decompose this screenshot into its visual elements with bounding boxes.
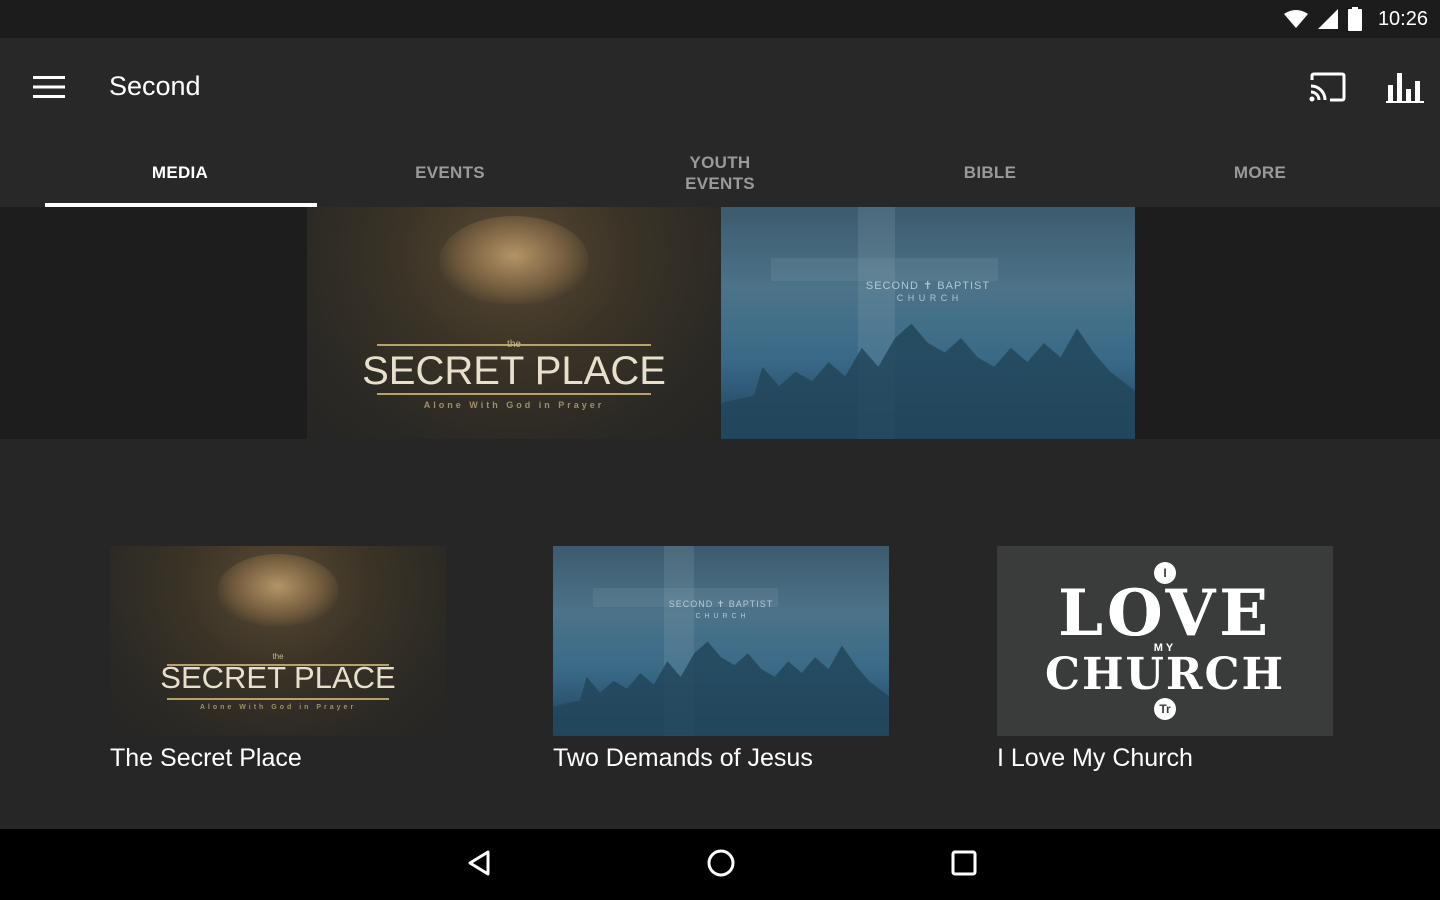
media-thumbnail: the SECRET PLACE Alone With God in Praye…	[110, 546, 446, 736]
signal-icon	[1317, 9, 1338, 29]
system-nav-bar	[0, 829, 1440, 900]
tab-youth-events[interactable]: YOUTH EVENTS	[585, 138, 855, 207]
artwork-headline: SECRET PLACE	[362, 348, 666, 393]
hamburger-menu-icon	[33, 75, 65, 104]
artwork-tagline: Alone With God in Prayer	[199, 703, 357, 711]
church-logo-text: SECOND ✝ BAPTIST	[668, 599, 774, 610]
media-title: Two Demands of Jesus	[553, 744, 813, 772]
artwork-rule	[377, 392, 651, 395]
hamburger-menu-button[interactable]	[28, 68, 70, 110]
tab-bar: MEDIA EVENTS YOUTH EVENTS BIBLE MORE	[0, 138, 1440, 207]
crowd-silhouette	[553, 641, 889, 736]
wifi-icon	[1283, 9, 1308, 29]
cast-icon	[1308, 72, 1346, 107]
media-thumbnail: SECOND ✝ BAPTIST C H U R C H	[553, 546, 889, 736]
app-title: Second	[109, 71, 201, 101]
back-button[interactable]	[454, 841, 504, 889]
banner-item-secret-place[interactable]: the SECRET PLACE Alone With God in Praye…	[307, 207, 721, 439]
app-bar: Second	[0, 38, 1440, 138]
praying-hands-image	[439, 216, 589, 305]
church-logo-text: SECOND ✝ BAPTIST	[865, 279, 991, 292]
back-icon	[466, 849, 492, 882]
tab-more[interactable]: MORE	[1125, 138, 1395, 207]
featured-banner: the SECRET PLACE Alone With God in Praye…	[0, 207, 1440, 439]
recents-icon	[950, 849, 978, 882]
media-thumbnail: I LOVE MY CHURCH Tr	[997, 546, 1333, 736]
tab-bible[interactable]: BIBLE	[855, 138, 1125, 207]
stats-button[interactable]	[1380, 66, 1430, 112]
status-time: 10:26	[1377, 7, 1428, 30]
cross-shape	[770, 258, 999, 282]
cast-button[interactable]	[1302, 66, 1352, 112]
status-bar: 10:26	[0, 0, 1440, 38]
two-demands-artwork: SECOND ✝ BAPTIST C H U R C H	[721, 207, 1135, 439]
media-card-two-demands[interactable]: SECOND ✝ BAPTIST C H U R C H Two Demands…	[553, 546, 889, 773]
tab-events[interactable]: EVENTS	[315, 138, 585, 207]
artwork-word-church: CHURCH	[1044, 649, 1286, 700]
battery-icon	[1347, 7, 1362, 31]
secret-place-artwork: the SECRET PLACE Alone With God in Praye…	[110, 546, 446, 736]
crowd-silhouette	[721, 323, 1135, 439]
recents-button[interactable]	[939, 841, 989, 889]
artwork-tagline: Alone With God in Prayer	[423, 399, 605, 410]
secret-place-artwork: the SECRET PLACE Alone With God in Praye…	[307, 207, 721, 439]
home-icon	[706, 848, 736, 883]
tab-media[interactable]: MEDIA	[45, 138, 315, 207]
media-title: The Secret Place	[110, 744, 302, 772]
love-my-church-artwork: I LOVE MY CHURCH Tr	[997, 546, 1333, 736]
artwork-word-love: LOVE	[1057, 576, 1273, 651]
artwork-rule	[167, 698, 389, 700]
artwork-badge: Tr	[1154, 698, 1176, 720]
artwork-headline: SECRET PLACE	[160, 660, 396, 695]
bar-chart-icon	[1386, 71, 1424, 108]
praying-hands-image	[217, 553, 339, 626]
media-title: I Love My Church	[997, 744, 1193, 772]
media-card-secret-place[interactable]: the SECRET PLACE Alone With God in Praye…	[110, 546, 446, 773]
banner-item-two-demands[interactable]: SECOND ✝ BAPTIST C H U R C H	[721, 207, 1135, 439]
media-card-love-my-church[interactable]: I LOVE MY CHURCH Tr I Love My Church	[997, 546, 1333, 773]
app-screen: 10:26 Second MEDIA EVENTS YOUTH EVENTS B…	[0, 0, 1440, 900]
two-demands-artwork: SECOND ✝ BAPTIST C H U R C H	[553, 546, 889, 736]
home-button[interactable]	[696, 841, 746, 889]
